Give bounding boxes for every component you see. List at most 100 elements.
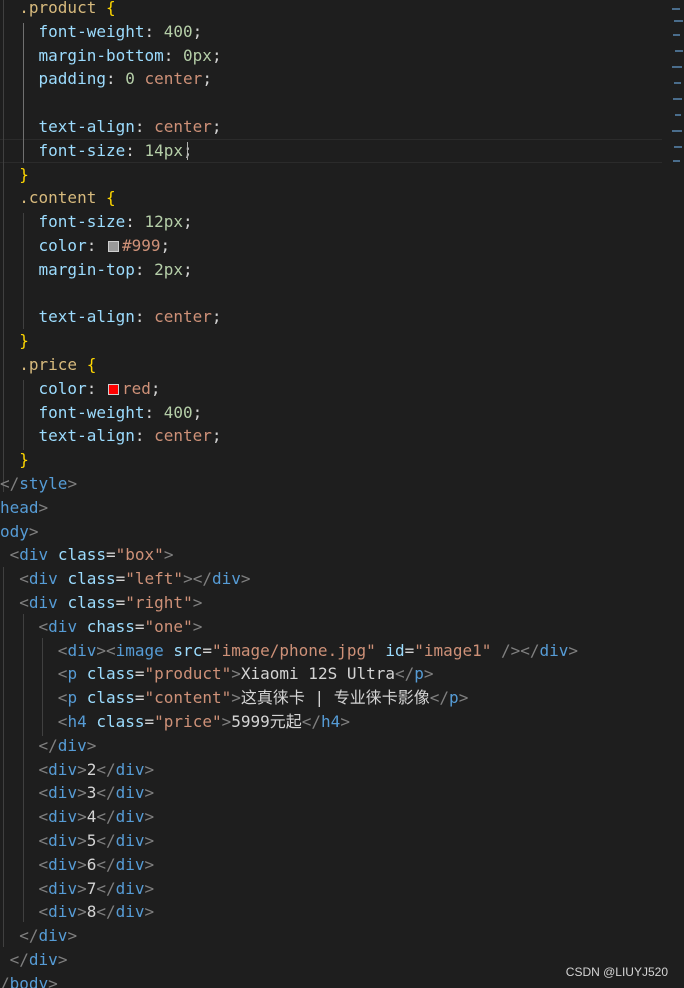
code-token: >: [144, 878, 155, 898]
code-token: </: [9, 950, 29, 969]
code-line: <div>6</div>: [0, 853, 155, 877]
code-token: src: [173, 640, 203, 660]
code-line: <div><image src="image/phone.jpg" id="im…: [0, 639, 578, 663]
code-token: </: [96, 831, 116, 850]
code-token: ;: [202, 69, 212, 89]
code-token: </: [96, 902, 116, 922]
code-token: =: [134, 688, 145, 708]
code-token: 400: [163, 21, 193, 41]
code-token: div: [28, 569, 58, 589]
code-token: >: [340, 712, 350, 731]
code-line: .price {: [0, 353, 96, 377]
code-token: <: [57, 712, 68, 731]
code-token: "one": [144, 616, 193, 636]
code-line: head>: [0, 496, 48, 520]
code-line: <div>7</div>: [0, 877, 155, 901]
minimap[interactable]: [670, 0, 684, 170]
code-token: text-align: [38, 426, 135, 446]
code-token: >: [38, 497, 49, 517]
code-token: >: [48, 973, 58, 988]
code-token: <: [19, 569, 29, 589]
code-token: red: [121, 378, 151, 398]
code-token: 4: [86, 807, 97, 827]
code-line: }: [0, 448, 29, 472]
code-token: div: [48, 783, 78, 803]
code-token: 14px: [144, 140, 184, 160]
code-token: ;: [150, 378, 161, 398]
code-token: center: [154, 307, 212, 327]
code-token: 6: [86, 854, 97, 874]
code-token: h4: [321, 712, 341, 731]
code-token: </: [96, 807, 116, 827]
code-token: font-weight: [38, 21, 145, 41]
code-token: =: [404, 640, 415, 660]
code-token: </: [96, 783, 116, 803]
code-token: <: [38, 783, 49, 803]
code-token: Xiaomi 12S Ultra: [240, 664, 395, 684]
code-token: >: [423, 664, 434, 684]
code-token: >: [28, 521, 39, 541]
code-token: 5: [86, 831, 97, 850]
code-token: "content": [144, 688, 232, 708]
code-token: </: [429, 688, 450, 708]
code-line: text-align: center;: [0, 115, 222, 139]
code-line: </div>: [0, 734, 97, 758]
code-token: "box": [115, 545, 164, 565]
code-editor[interactable]: .product { font-weight: 400; margin-bott…: [0, 0, 684, 988]
code-token: id: [385, 640, 405, 660]
code-token: >: [77, 807, 87, 827]
code-token: }: [19, 450, 29, 470]
code-token: "price": [154, 712, 222, 731]
code-token: =: [202, 640, 212, 660]
code-line: <div>8</div>: [0, 900, 155, 924]
code-token: :: [86, 236, 106, 255]
code-line: }: [0, 163, 29, 187]
code-token: :: [125, 140, 145, 160]
code-token: :: [144, 21, 164, 41]
code-token: =: [115, 569, 126, 589]
code-token: :: [163, 45, 184, 65]
code-token: div: [115, 902, 145, 922]
code-token: >: [77, 854, 87, 874]
code-line: color: red;: [0, 377, 161, 401]
code-token: 7: [86, 878, 97, 898]
code-token: >: [240, 569, 251, 589]
code-token: >: [57, 950, 68, 969]
code-token: 12px: [144, 212, 184, 232]
code-line: padding: 0 center;: [0, 67, 212, 91]
color-swatch-icon[interactable]: [107, 383, 119, 395]
code-token: ;: [211, 307, 222, 327]
code-line: .content {: [0, 186, 115, 210]
code-token: "image/phone.jpg": [211, 640, 376, 660]
code-line: text-align: center;: [0, 305, 222, 329]
code-token: div: [38, 926, 68, 946]
code-line: text-align: center;: [0, 424, 222, 448]
code-line: font-weight: 400;: [0, 401, 203, 425]
code-token: :: [105, 69, 126, 89]
code-token: color: [38, 236, 87, 255]
code-line: <div chass="one">: [0, 615, 203, 639]
code-token: div: [539, 640, 569, 660]
code-token: </: [96, 759, 116, 779]
code-token: <: [38, 616, 49, 636]
code-token: <: [19, 593, 29, 612]
color-swatch-icon[interactable]: [107, 241, 119, 252]
